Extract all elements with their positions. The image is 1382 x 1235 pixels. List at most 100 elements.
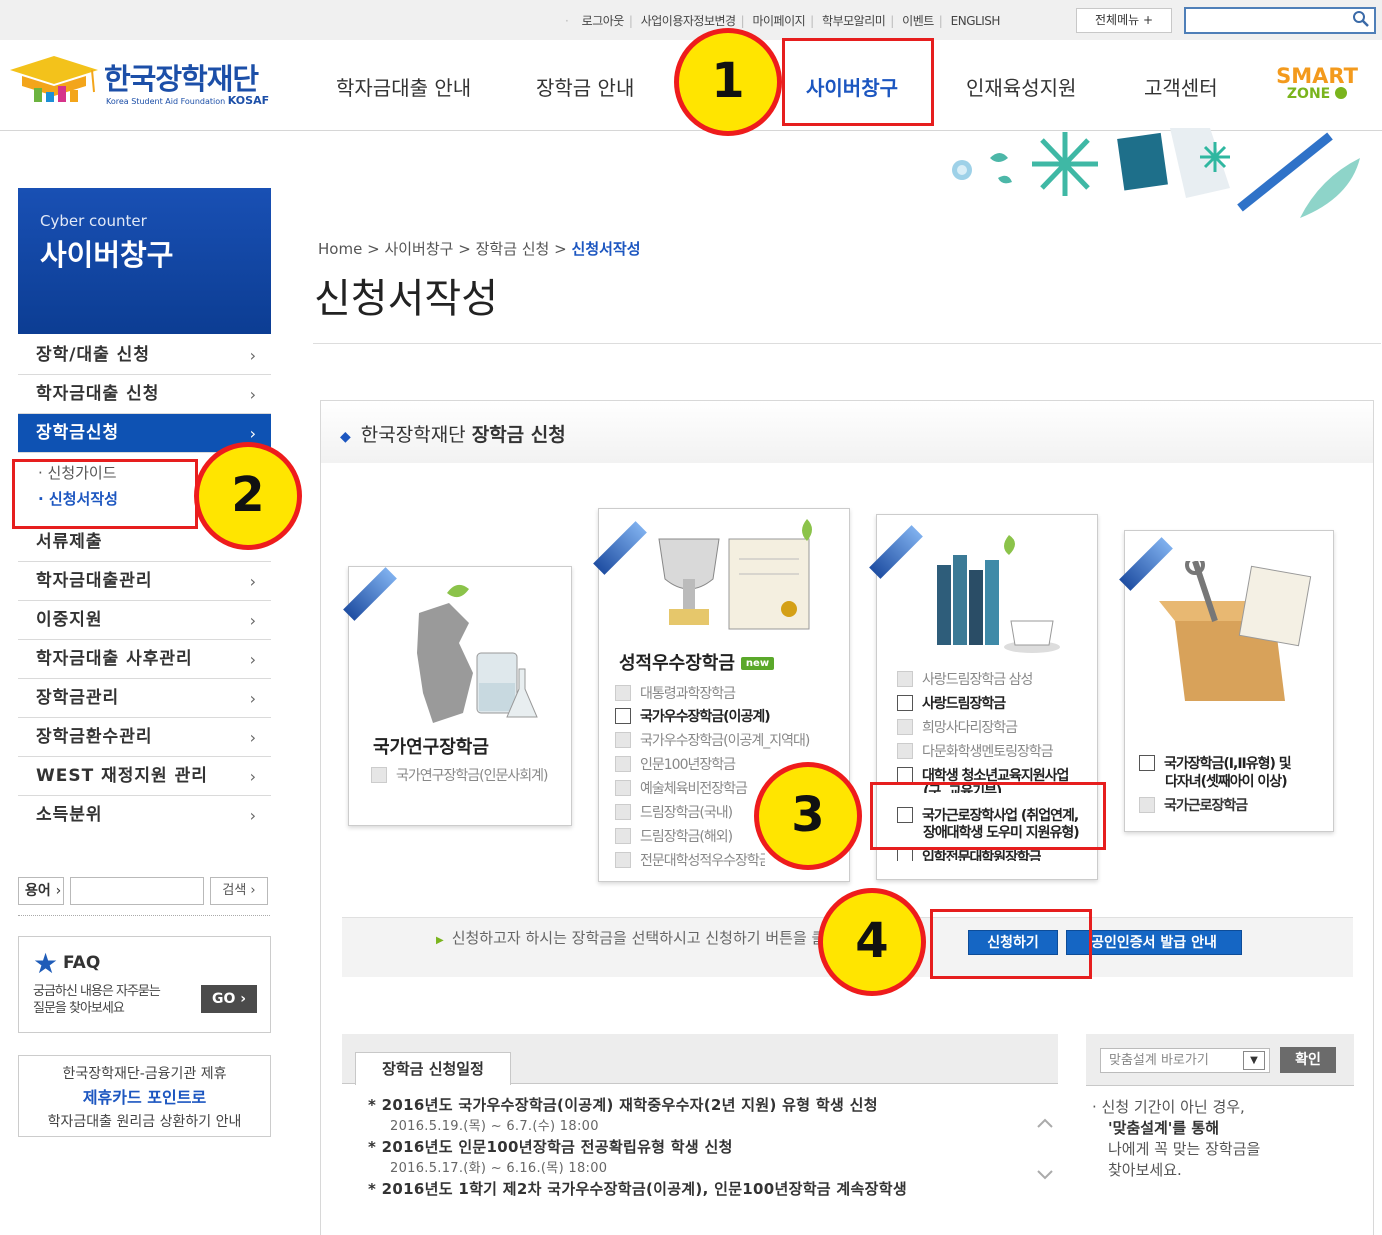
option-love-dream-samsung[interactable]: 사랑드림장학금 삼성: [897, 669, 1033, 689]
lnb-item-loan-manage[interactable]: 학자금대출관리 ›: [18, 562, 271, 601]
custom-design-note: · 신청 기간이 아닌 경우, '맞춤설계'를 통해 나에게 꼭 맞는 장학금을…: [1092, 1098, 1261, 1179]
checkbox[interactable]: [615, 732, 631, 748]
term-input[interactable]: [70, 877, 204, 905]
certificate-guide-button[interactable]: 공인인증서 발급 안내: [1066, 930, 1242, 955]
lnb-item-double-support[interactable]: 이중지원 ›: [18, 601, 271, 640]
smart-zone-link[interactable]: SMART ZONE: [1266, 66, 1368, 102]
checkbox[interactable]: [615, 852, 631, 868]
chevron-right-icon: ›: [249, 346, 257, 365]
step-badge-2: 2: [194, 442, 302, 550]
lnb-item-west[interactable]: WEST 재정지원 관리 ›: [18, 757, 271, 796]
checkbox[interactable]: [371, 767, 387, 783]
checkbox[interactable]: [615, 708, 631, 724]
gnb-loan-info[interactable]: 학자금대출 안내: [336, 72, 471, 101]
checkbox[interactable]: [897, 743, 913, 759]
schedule-item-title[interactable]: * 2016년도 국가우수장학금(이공계) 재학중우수자(2년 지원) 유형 학…: [368, 1095, 907, 1116]
option-national-excellence-regional[interactable]: 국가우수장학금(이공계_지역대): [615, 730, 810, 750]
search-icon[interactable]: [1352, 10, 1370, 32]
card-banner[interactable]: 한국장학재단-금융기관 제휴 제휴카드 포인트로 학자금대출 원리금 상환하기 …: [18, 1055, 271, 1137]
lnb-item-apply[interactable]: 장학/대출 신청 ›: [18, 336, 271, 375]
top-search-input[interactable]: [1184, 7, 1376, 34]
lnb-title: 사이버창구: [40, 238, 174, 272]
research-scholarship-card: 국가연구장학금 국가연구장학금(인문사회계): [348, 566, 572, 826]
chevron-down-icon: ▼: [1243, 1051, 1265, 1070]
chevron-up-icon[interactable]: [1036, 1110, 1054, 1134]
option-national-i-ii[interactable]: 국가장학금(I,II유형) 및: [1139, 753, 1292, 773]
lnb-header: Cyber counter 사이버창구: [18, 188, 271, 334]
toolbox-icon: [1159, 561, 1312, 701]
faq-go-button[interactable]: GO ›: [201, 985, 257, 1013]
books-cup-icon: [937, 535, 1060, 653]
divider: [18, 915, 270, 916]
schedule-item-title[interactable]: * 2016년도 1학기 제2차 국가우수장학금(이공계), 인문100년장학금…: [368, 1179, 907, 1200]
utility-links: · 로그아웃 | 사업이용자정보변경 | 마이페이지 | 학부모알리미 | 이벤트 | E…: [565, 14, 1001, 28]
decorative-flowers-icon: [952, 128, 1360, 218]
tab-schedule[interactable]: 장학금 신청일정: [355, 1052, 511, 1085]
breadcrumb-home[interactable]: Home: [318, 240, 362, 258]
option-dream-overseas[interactable]: 드림장학금(해외): [615, 826, 733, 846]
lnb-item-loan-apply[interactable]: 학자금대출 신청 ›: [18, 375, 271, 414]
chevron-right-icon: ›: [249, 689, 257, 708]
chevron-down-icon[interactable]: [1036, 1162, 1054, 1186]
chevron-right-icon: ›: [249, 728, 257, 747]
checkbox[interactable]: [897, 849, 913, 861]
schedule-item-date: 2016.5.17.(화) ~ 6.16.(목) 18:00: [390, 1161, 608, 1176]
lnb-item-refund-manage[interactable]: 장학금환수관리 ›: [18, 718, 271, 757]
checkbox[interactable]: [1139, 797, 1155, 813]
title-divider: [313, 343, 1381, 344]
kosaf-logo[interactable]: 한국장학재단 Korea Student Aid Foundation KOSA…: [8, 52, 278, 112]
lnb-item-income[interactable]: 소득분위 ›: [18, 796, 271, 835]
checkbox[interactable]: [1139, 755, 1155, 771]
checkbox[interactable]: [615, 756, 631, 772]
option-dream-domestic[interactable]: 드림장학금(국내): [615, 802, 733, 822]
option-humanities-100[interactable]: 인문100년장학금: [615, 754, 736, 774]
gnb-talent-support[interactable]: 인재육성지원: [966, 72, 1076, 101]
breadcrumb-current: 신청서작성: [571, 240, 641, 258]
all-menu-button[interactable]: 전체메뉴 +: [1076, 8, 1172, 33]
checkbox[interactable]: [615, 780, 631, 796]
arrow-circle-icon: [1335, 87, 1348, 99]
chevron-right-icon: ›: [249, 611, 257, 630]
checkbox[interactable]: [615, 804, 631, 820]
breadcrumb-scholarship[interactable]: 장학금 신청: [476, 240, 550, 258]
highlight-box-2: [12, 459, 198, 529]
schedule-item-date: 2016.5.19.(목) ~ 6.7.(수) 18:00: [390, 1119, 599, 1134]
option-arts-sports[interactable]: 예술체육비전장학금: [615, 778, 748, 798]
parent-alarm-link[interactable]: 학부모알리미: [822, 14, 886, 28]
option-love-dream[interactable]: 사랑드림장학금: [897, 693, 1006, 713]
breadcrumb-cyber[interactable]: 사이버창구: [384, 240, 453, 258]
gnb-scholarship-info[interactable]: 장학금 안내: [536, 72, 634, 101]
english-link[interactable]: ENGLISH: [951, 14, 1001, 28]
step-badge-4: 4: [818, 888, 926, 996]
checkbox[interactable]: [615, 828, 631, 844]
highlight-box-3: [870, 782, 1106, 850]
graduation-cap-icon: [10, 56, 98, 102]
checkbox[interactable]: [897, 671, 913, 687]
option-presidential-science[interactable]: 대통령과학장학금: [615, 683, 736, 703]
event-link[interactable]: 이벤트: [902, 14, 934, 28]
schedule-item-title[interactable]: * 2016년도 인문100년장학금 전공확립유형 학생 신청: [368, 1137, 907, 1158]
lnb-item-loan-aftercare[interactable]: 학자금대출 사후관리 ›: [18, 640, 271, 679]
checkbox[interactable]: [897, 767, 913, 783]
term-search-button[interactable]: 검색 ›: [210, 877, 268, 905]
option-hope-ladder[interactable]: 희망사다리장학금: [897, 717, 1018, 737]
gnb-customer-center[interactable]: 고객센터: [1144, 72, 1218, 101]
lnb-item-scholarship-manage[interactable]: 장학금관리 ›: [18, 679, 271, 718]
confirm-button[interactable]: 확인: [1280, 1047, 1336, 1073]
logout-link[interactable]: 로그아웃: [582, 14, 625, 28]
schedule-list: * 2016년도 국가우수장학금(이공계) 재학중우수자(2년 지원) 유형 학…: [368, 1095, 907, 1200]
checkbox[interactable]: [615, 685, 631, 701]
mypage-link[interactable]: 마이페이지: [752, 14, 805, 28]
chevron-right-icon: ›: [249, 806, 257, 825]
option-national-work-scholarship[interactable]: 국가근로장학금: [1139, 795, 1248, 815]
triangle-icon: ▶: [436, 935, 444, 946]
option-national-excellence[interactable]: 국가우수장학금(이공계): [615, 706, 771, 726]
checkbox[interactable]: [897, 695, 913, 711]
option-multicultural-mentoring[interactable]: 다문화학생멘토링장학금: [897, 741, 1054, 761]
user-info-link[interactable]: 사업이용자정보변경: [641, 14, 736, 28]
step-badge-3: 3: [754, 762, 862, 870]
option-college-merit[interactable]: 전문대학성적우수장학금: [615, 850, 765, 870]
option-research-humanities[interactable]: 국가연구장학금(인문사회계): [371, 765, 548, 785]
checkbox[interactable]: [897, 719, 913, 735]
custom-design-select[interactable]: 맞춤설계 바로가기 ▼: [1100, 1048, 1270, 1073]
